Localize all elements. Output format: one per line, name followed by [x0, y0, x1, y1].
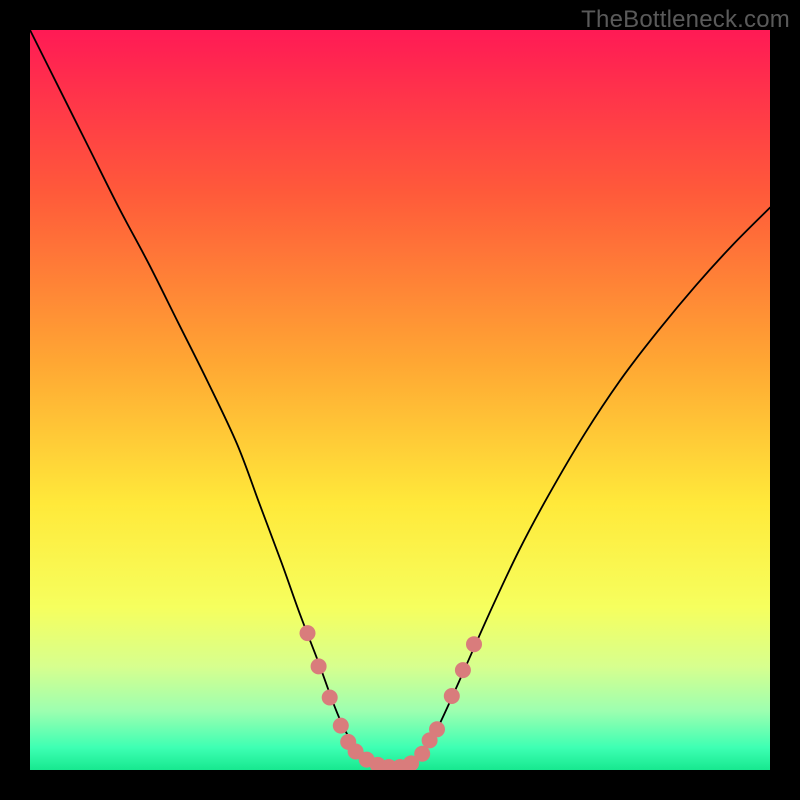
gradient-background [30, 30, 770, 770]
chart-frame: TheBottleneck.com [0, 0, 800, 800]
highlight-dot [466, 636, 482, 652]
bottleneck-chart [30, 30, 770, 770]
highlight-dot [444, 688, 460, 704]
highlight-dot [322, 689, 338, 705]
highlight-dot [300, 625, 316, 641]
highlight-dot [455, 662, 471, 678]
highlight-dot [429, 721, 445, 737]
watermark-text: TheBottleneck.com [581, 6, 790, 34]
highlight-dot [333, 718, 349, 734]
plot-area [30, 30, 770, 770]
highlight-dot [311, 658, 327, 674]
